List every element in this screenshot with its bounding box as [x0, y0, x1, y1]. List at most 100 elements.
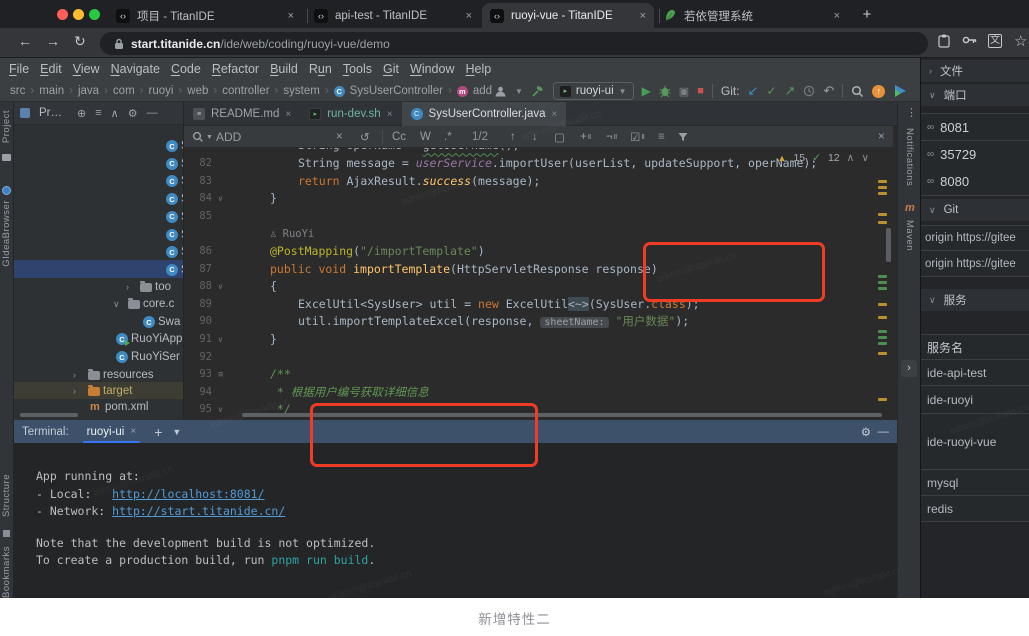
clipboard-icon[interactable]	[938, 34, 950, 48]
panel-settings-icon[interactable]: ⚙	[128, 107, 138, 120]
collapse-all-button[interactable]: ∧	[111, 107, 119, 120]
editor-vscrollbar[interactable]	[886, 228, 891, 262]
forward-icon[interactable]: →	[46, 33, 60, 49]
menu-item-build[interactable]: Build	[270, 62, 298, 76]
tree-class-item[interactable]: CS	[14, 208, 184, 226]
git-remote-item[interactable]: origin https://gitee	[921, 225, 1029, 251]
panel-hide-icon[interactable]: —	[147, 107, 158, 119]
port-item[interactable]: ∞8080	[921, 168, 1029, 196]
tree-item[interactable]: CRuoYiSer	[14, 348, 184, 366]
prev-occurrence-icon[interactable]: ↑	[510, 126, 516, 148]
browser-tab[interactable]: ‹›api-test - TitanIDE×	[306, 3, 480, 28]
tab-close-icon[interactable]: ×	[640, 10, 646, 22]
tool-stripe-notifications[interactable]: Notifications	[904, 128, 915, 186]
expand-all-button[interactable]: ≡	[95, 107, 101, 119]
git-remote-item[interactable]: origin https://gitee	[921, 251, 1029, 277]
terminal-link[interactable]: http://start.titanide.cn/	[112, 504, 285, 518]
menu-item-navigate[interactable]: Navigate	[111, 62, 160, 76]
breadcrumb-item[interactable]: com	[113, 85, 135, 97]
prev-problem-icon[interactable]: ∧	[847, 152, 855, 164]
tool-stripe-structure[interactable]: Structure	[1, 474, 12, 517]
tree-class-item[interactable]: CS	[14, 243, 184, 261]
profile-dropdown-icon[interactable]: ▼	[515, 87, 523, 96]
search-history-icon[interactable]: ↺	[360, 126, 370, 148]
terminal-dropdown-icon[interactable]: ▼	[172, 427, 181, 437]
editor-more-icon[interactable]: ⋮	[906, 106, 917, 119]
menu-item-help[interactable]: Help	[465, 62, 491, 76]
tree-arrow-icon[interactable]: ›	[73, 370, 76, 380]
reload-icon[interactable]: ↻	[74, 33, 86, 50]
tool-stripe-gideabrowser[interactable]: GIdeaBrowser	[1, 200, 12, 267]
locate-button[interactable]: ⊕	[77, 107, 86, 120]
build-hammer-icon[interactable]	[531, 84, 545, 98]
address-bar[interactable]: start.titanide.cn/ide/web/coding/ruoyi-v…	[100, 32, 928, 55]
debug-button[interactable]	[659, 85, 671, 98]
menu-item-edit[interactable]: Edit	[40, 62, 62, 76]
tree-class-item[interactable]: CS	[14, 190, 184, 208]
tree-arrow-icon[interactable]: ›	[73, 386, 76, 396]
fold-marker-icon[interactable]: ∨	[218, 190, 223, 208]
breadcrumb-item[interactable]: system	[283, 85, 319, 97]
breadcrumb-item[interactable]: ruoyi	[149, 85, 174, 97]
tree-item[interactable]: ›too	[14, 278, 184, 296]
tree-class-item[interactable]: CS	[14, 137, 184, 155]
tree-arrow-icon[interactable]: ›	[126, 282, 129, 292]
whole-words-toggle[interactable]: W	[420, 126, 431, 148]
tree-item[interactable]: CSwa	[14, 313, 184, 331]
terminal-tab[interactable]: ruoyi-ui ×	[79, 420, 145, 443]
service-item[interactable]: ide-api-test	[921, 360, 1029, 386]
menu-item-file[interactable]: File	[9, 62, 29, 76]
run-button[interactable]: ▶	[642, 84, 651, 98]
tree-item[interactable]: ∨core.c	[14, 295, 184, 313]
sidebar-section-services[interactable]: ∨服务	[921, 289, 1029, 311]
breadcrumb-item[interactable]: src	[10, 85, 25, 97]
tree-class-item[interactable]: CS	[14, 226, 184, 244]
profile-icon[interactable]	[494, 85, 507, 98]
tool-stripe-project[interactable]: Project	[1, 110, 12, 143]
fold-marker-icon[interactable]: ∨	[218, 331, 223, 349]
port-item[interactable]: ∞8081	[921, 113, 1029, 141]
traffic-light-minimize[interactable]	[73, 9, 84, 20]
fold-marker-icon[interactable]: ∨	[218, 278, 223, 296]
selection-filter-icon[interactable]: ☑Ⅱ	[630, 126, 645, 148]
tab-close-icon[interactable]: ×	[288, 10, 294, 22]
port-item[interactable]: ∞35729	[921, 141, 1029, 169]
search-options-icon[interactable]: ≡	[658, 126, 665, 148]
tab-close-icon[interactable]: ×	[834, 10, 840, 22]
breadcrumb-class-item[interactable]: SysUserController	[350, 85, 443, 97]
breadcrumb-item[interactable]: java	[78, 85, 99, 97]
tree-class-item[interactable]: CS	[14, 172, 184, 190]
filter-funnel-icon[interactable]	[678, 126, 688, 148]
stripe-expand-button[interactable]: ›	[901, 360, 917, 377]
breadcrumb-item[interactable]: main	[39, 85, 64, 97]
menu-item-view[interactable]: View	[73, 62, 100, 76]
search-input[interactable]: ADD	[216, 126, 241, 148]
terminal-settings-icon[interactable]: ⚙	[861, 425, 871, 439]
translate-icon[interactable]: 文	[988, 34, 1002, 48]
run-config-select[interactable]: ▸ ruoyi-ui ▼	[553, 82, 634, 100]
menu-item-run[interactable]: Run	[309, 62, 332, 76]
terminal-tab-close-icon[interactable]: ×	[130, 426, 136, 437]
breadcrumb-item[interactable]: controller	[222, 85, 269, 97]
service-item[interactable]: mysql	[921, 470, 1029, 496]
terminal-minimize-icon[interactable]: —	[878, 426, 890, 438]
inspections-widget[interactable]: ▲ 15 ✓ 12 ∧ ∨	[778, 152, 869, 164]
next-problem-icon[interactable]: ∨	[861, 152, 869, 164]
stop-button[interactable]: ■	[697, 85, 704, 97]
clear-search-icon[interactable]: ×	[336, 126, 343, 148]
regex-toggle[interactable]: .*	[444, 126, 452, 148]
breadcrumb-item[interactable]: web	[187, 85, 208, 97]
tab-close-icon[interactable]: ×	[466, 10, 472, 22]
add-filter-icon[interactable]: +Ⅱ	[580, 126, 591, 148]
tree-arrow-icon[interactable]: ∨	[113, 299, 120, 310]
traffic-light-close[interactable]	[57, 9, 68, 20]
tree-hscrollbar[interactable]	[20, 413, 78, 417]
service-item[interactable]: redis	[921, 496, 1029, 522]
coverage-button[interactable]: ▣	[679, 85, 689, 98]
sidebar-section-ports[interactable]: ∨端口	[921, 84, 1029, 106]
sidebar-section-files[interactable]: ›文件	[921, 60, 1029, 82]
new-terminal-icon[interactable]: +	[154, 424, 162, 440]
menu-item-code[interactable]: Code	[171, 62, 201, 76]
traffic-light-zoom[interactable]	[89, 9, 100, 20]
key-icon[interactable]	[962, 34, 977, 46]
